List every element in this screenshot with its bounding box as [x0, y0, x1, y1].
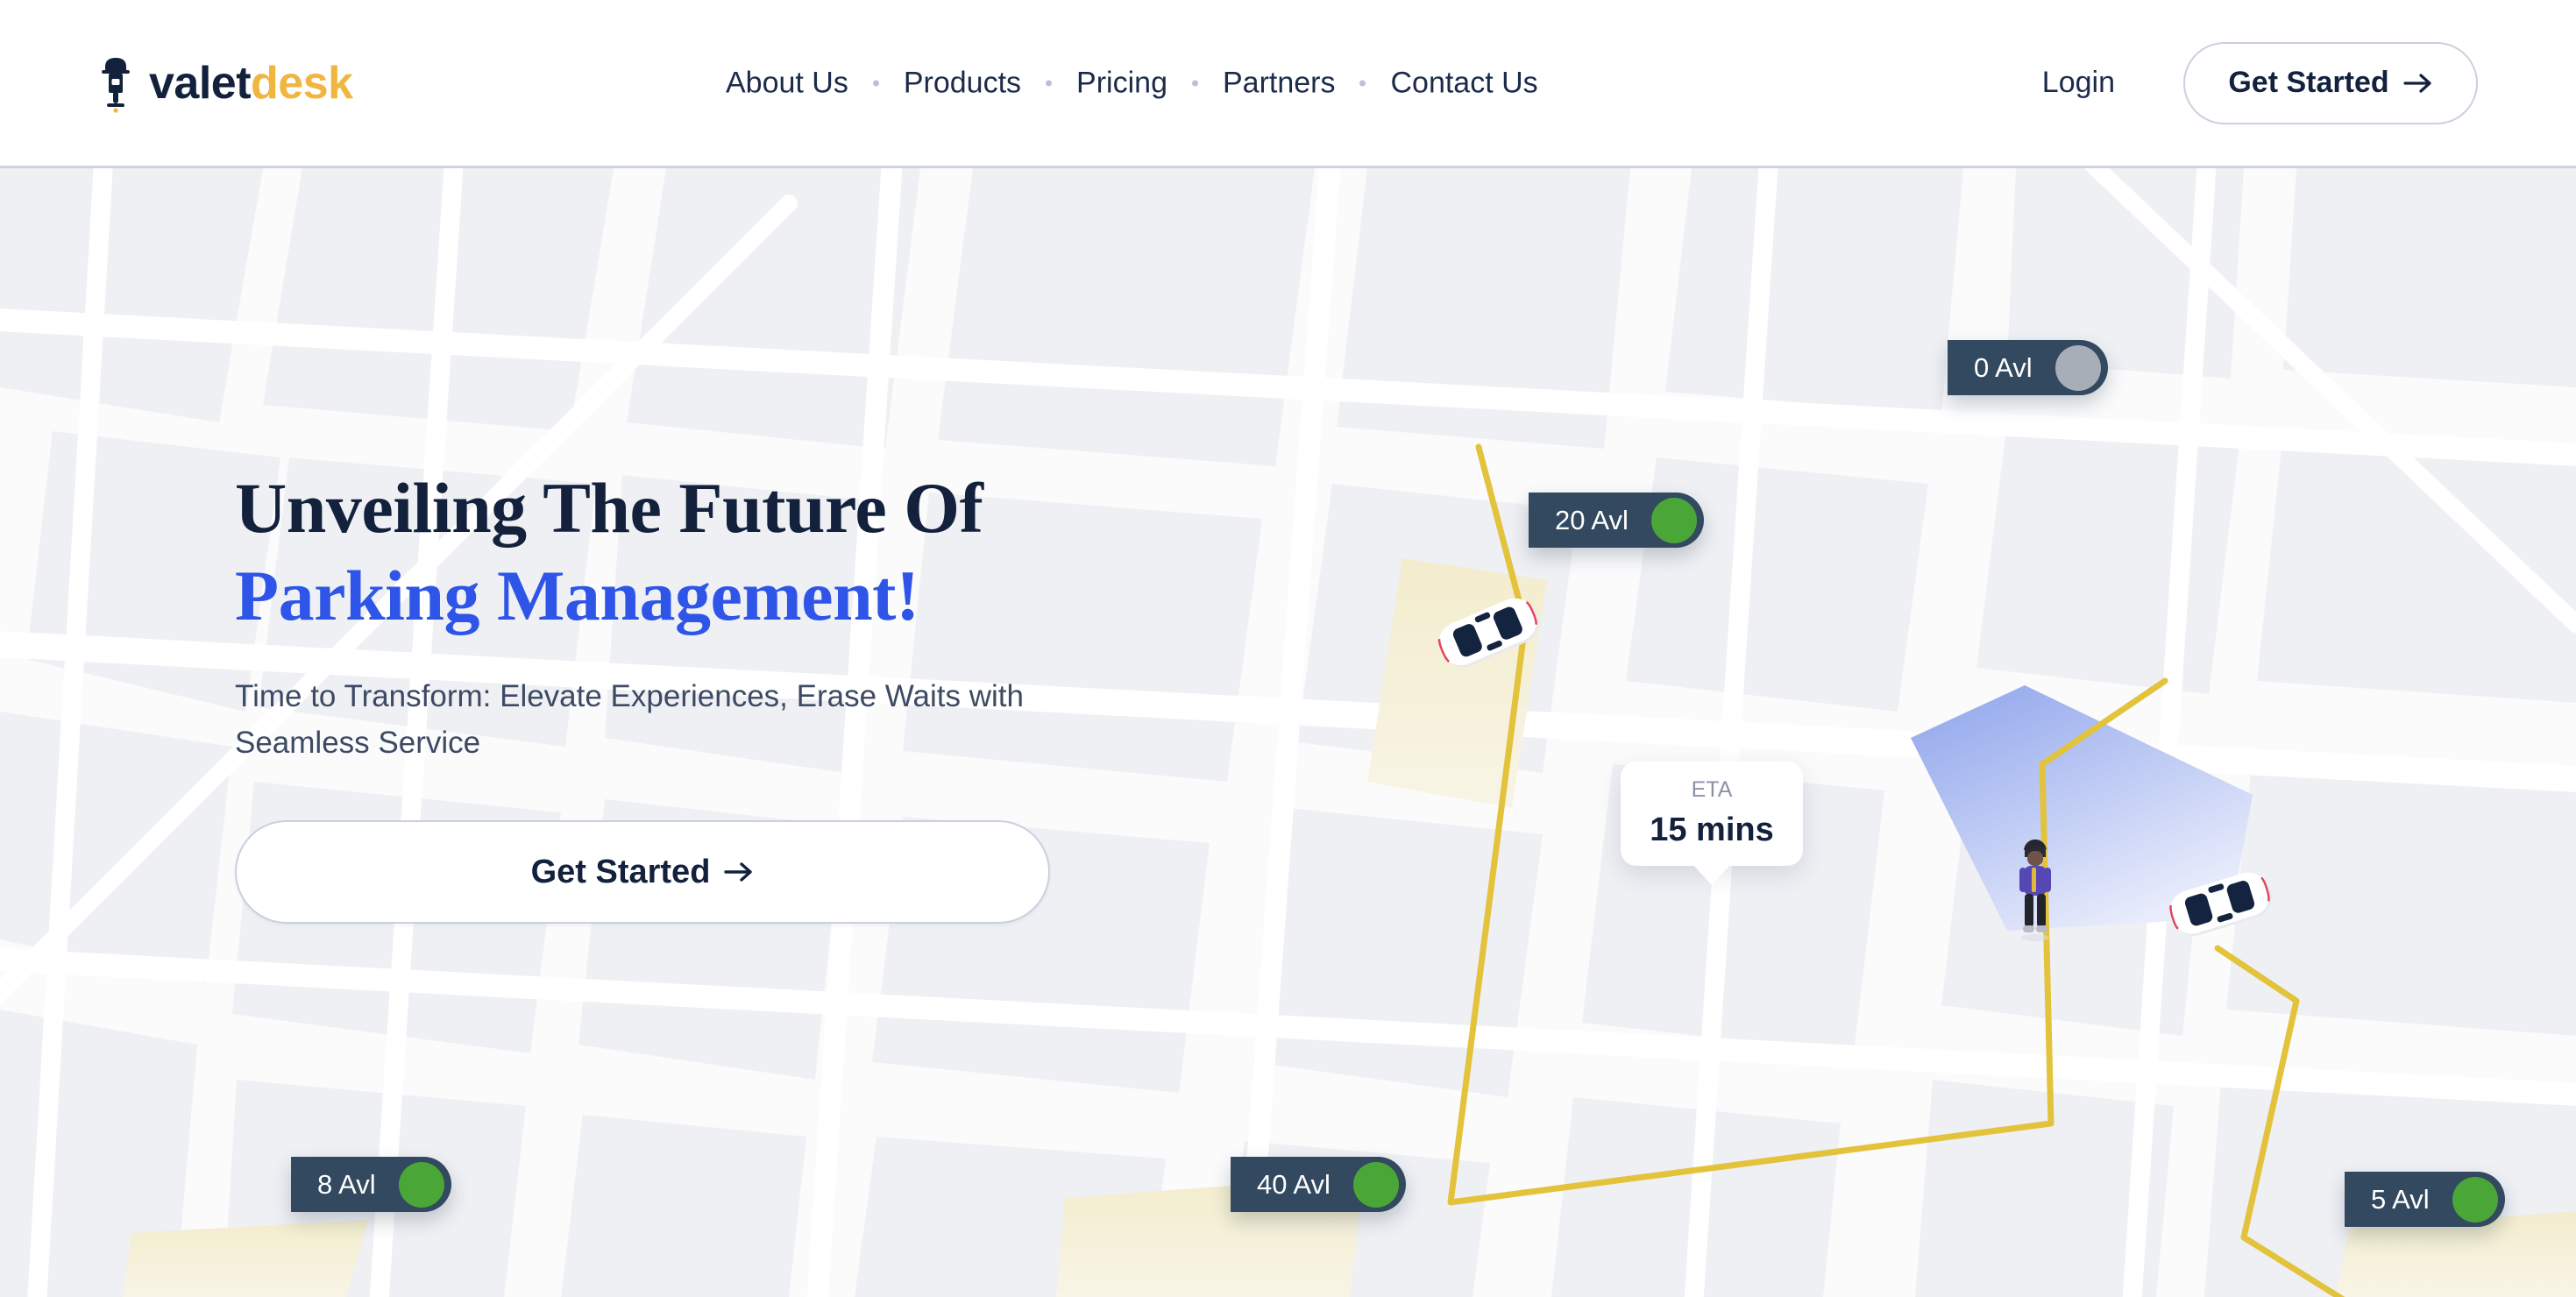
- hero-subtitle: Time to Transform: Elevate Experiences, …: [235, 679, 1024, 761]
- main-navigation: About Us Products Pricing Partners Conta…: [701, 66, 1563, 100]
- site-header: valetdesk About Us Products Pricing Part…: [0, 0, 2576, 168]
- eta-tooltip[interactable]: ETA 15 mins: [1621, 762, 1803, 866]
- status-dot-available-icon: [1352, 1161, 1399, 1208]
- nav-item-partners[interactable]: Partners: [1198, 66, 1360, 100]
- nav-item-contact-us[interactable]: Contact Us: [1366, 66, 1562, 100]
- brand-name: valetdesk: [149, 60, 353, 106]
- availability-marker-40[interactable]: 40 Avl: [1231, 1157, 1406, 1212]
- eta-label: ETA: [1691, 777, 1733, 802]
- nav-item-pricing[interactable]: Pricing: [1052, 66, 1192, 100]
- header-get-started-label: Get Started: [2228, 66, 2389, 99]
- hero-map-section: Unveiling The Future Of Parking Manageme…: [0, 168, 2576, 1297]
- nav-separator-dot: [1359, 80, 1366, 86]
- status-dot-available-icon: [398, 1161, 444, 1208]
- nav-separator-dot: [872, 80, 879, 86]
- availability-label: 20 Avl: [1555, 504, 1629, 535]
- brand-logo[interactable]: valetdesk: [98, 53, 353, 114]
- availability-label: 0 Avl: [1974, 351, 2033, 383]
- hero-get-started-label: Get Started: [530, 853, 711, 890]
- status-dot-available-icon: [1650, 497, 1697, 543]
- valet-stand-icon: [102, 57, 130, 113]
- arrow-right-icon: [2403, 73, 2431, 93]
- header-get-started-button[interactable]: Get Started: [2183, 41, 2478, 124]
- availability-marker-20[interactable]: 20 Avl: [1529, 493, 1704, 548]
- arrow-right-icon: [724, 862, 753, 882]
- availability-marker-0[interactable]: 0 Avl: [1948, 340, 2108, 395]
- car-top-view: [2169, 872, 2273, 936]
- login-link[interactable]: Login: [2042, 66, 2115, 100]
- hero-get-started-button[interactable]: Get Started: [235, 820, 1050, 925]
- header-actions: Login Get Started: [2042, 41, 2478, 124]
- availability-label: 8 Avl: [317, 1168, 376, 1200]
- hero-title-line-2: Parking Management!: [235, 556, 919, 636]
- hero-title: Unveiling The Future Of Parking Manageme…: [235, 464, 1164, 640]
- availability-marker-5[interactable]: 5 Avl: [2345, 1172, 2505, 1227]
- availability-label: 5 Avl: [2371, 1183, 2430, 1215]
- status-dot-available-icon: [2452, 1176, 2498, 1223]
- nav-separator-dot: [1191, 80, 1198, 86]
- brand-name-secondary: desk: [251, 57, 353, 109]
- status-dot-unavailable-icon: [2054, 344, 2101, 391]
- hero-content: Unveiling The Future Of Parking Manageme…: [235, 464, 1164, 925]
- availability-marker-8[interactable]: 8 Avl: [291, 1157, 451, 1212]
- nav-separator-dot: [1046, 80, 1053, 86]
- nav-item-products[interactable]: Products: [879, 66, 1046, 100]
- nav-item-about-us[interactable]: About Us: [701, 66, 873, 100]
- person-standing: [2019, 840, 2051, 941]
- availability-label: 40 Avl: [1257, 1168, 1331, 1200]
- hero-title-line-1: Unveiling The Future Of: [235, 468, 983, 548]
- brand-name-primary: valet: [149, 57, 252, 109]
- eta-value: 15 mins: [1650, 812, 1774, 848]
- car-top-view: [1437, 598, 1540, 668]
